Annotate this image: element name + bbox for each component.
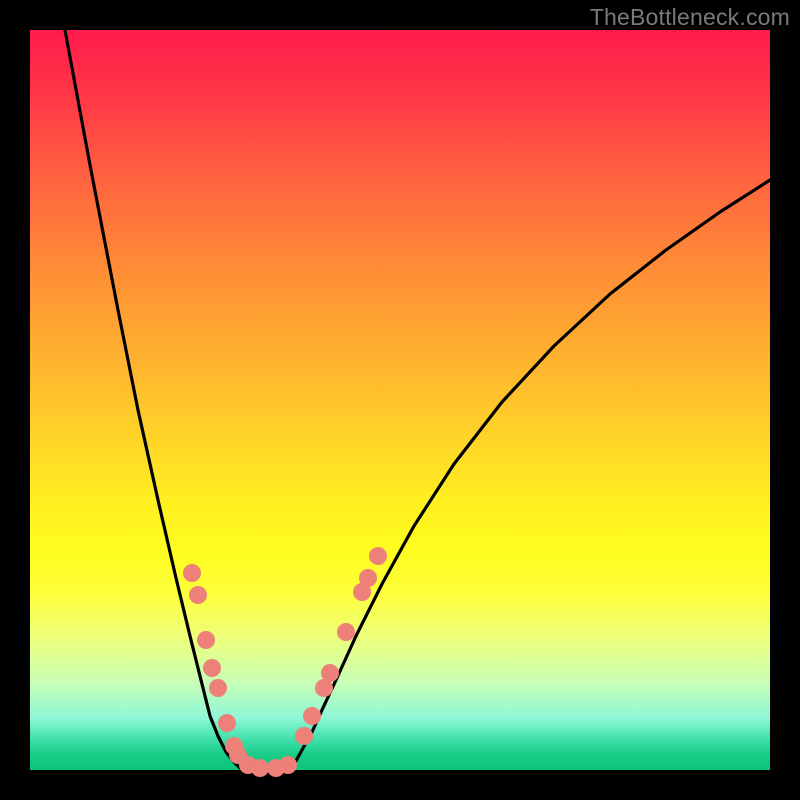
bottleneck-curve (65, 30, 770, 770)
plot-area (30, 30, 770, 770)
right-dot-8 (369, 547, 387, 565)
right-dot-7 (359, 569, 377, 587)
chart-svg (30, 30, 770, 770)
left-dot-4 (203, 659, 221, 677)
right-dot-2 (303, 707, 321, 725)
left-dot-3 (197, 631, 215, 649)
right-dot-4 (321, 664, 339, 682)
right-dot-5 (337, 623, 355, 641)
data-points-group (183, 547, 387, 777)
bottom-dot-2 (251, 759, 269, 777)
left-dot-5 (209, 679, 227, 697)
left-dot-6 (218, 714, 236, 732)
bottom-dot-4 (279, 756, 297, 774)
chart-frame: TheBottleneck.com (0, 0, 800, 800)
watermark-text: TheBottleneck.com (590, 4, 790, 31)
right-dot-1 (295, 727, 313, 745)
left-dot-1 (183, 564, 201, 582)
left-dot-2 (189, 586, 207, 604)
